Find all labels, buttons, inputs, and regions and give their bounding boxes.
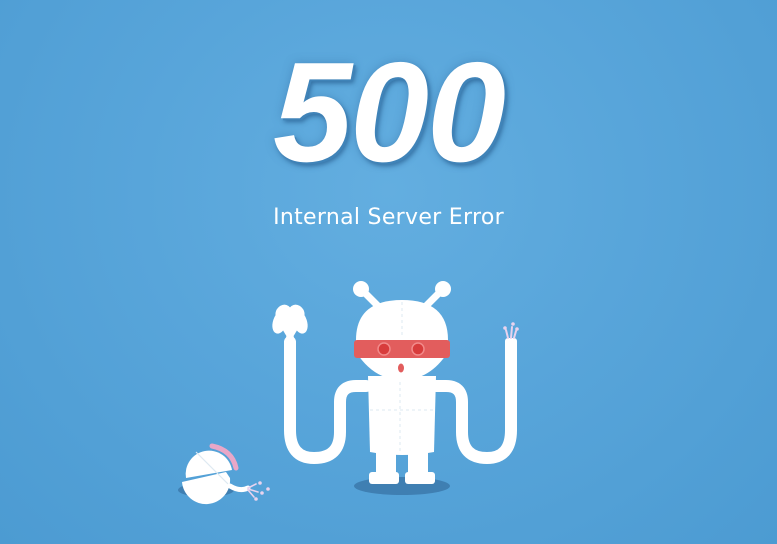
robot-shadow xyxy=(354,477,450,495)
right-arm xyxy=(430,344,517,465)
robot-body xyxy=(368,376,436,455)
robot-mouth xyxy=(398,363,404,373)
scissors-icon xyxy=(272,304,308,342)
robot-illustration xyxy=(178,281,519,505)
left-arm xyxy=(284,336,372,465)
robot-right-eye xyxy=(411,342,425,356)
robot-left-eye xyxy=(377,342,391,356)
broken-cable-icon xyxy=(503,322,519,354)
detached-ball-icon xyxy=(182,443,270,505)
robot-visor xyxy=(354,340,450,358)
